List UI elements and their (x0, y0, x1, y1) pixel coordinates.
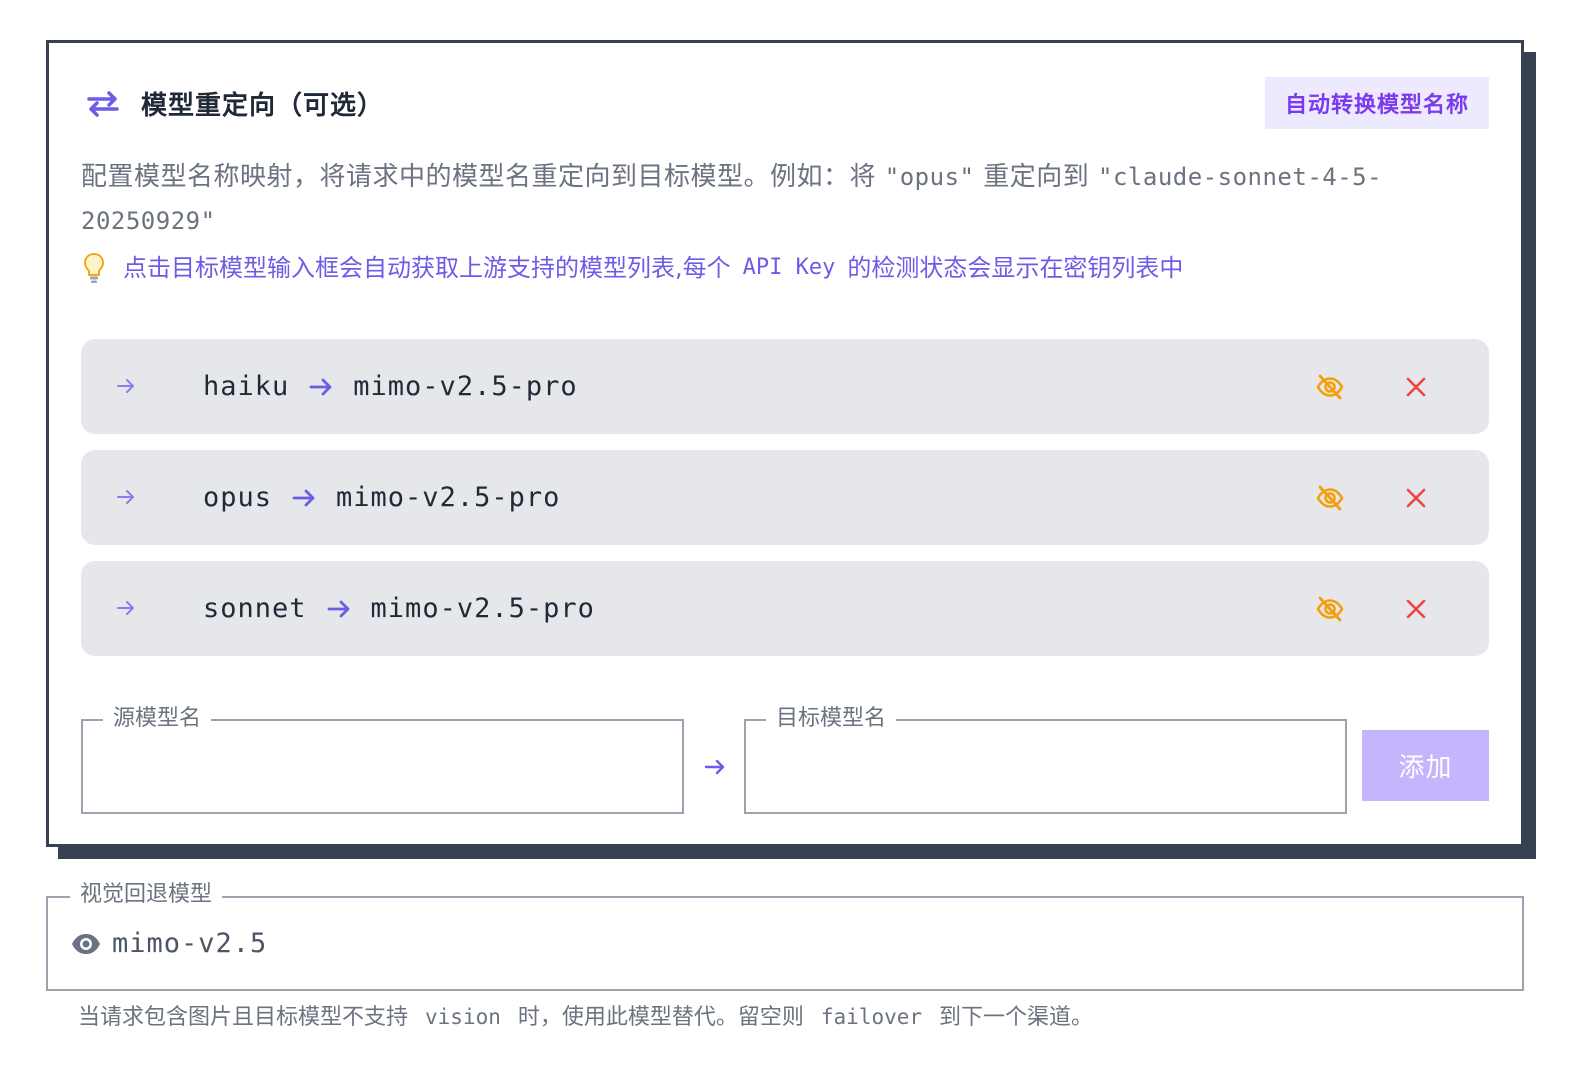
eye-off-icon[interactable] (1315, 594, 1345, 624)
eye-icon (72, 934, 100, 954)
delete-icon[interactable] (1404, 486, 1428, 510)
tip-part: 点击目标模型输入框会自动获取上游支持的模型列表,每个 (123, 254, 731, 282)
mapping-source: haiku (203, 371, 290, 402)
vision-fallback-value: mimo-v2.5 (112, 928, 268, 959)
arrow-right-icon (292, 489, 315, 506)
arrow-right-icon (117, 490, 134, 504)
swap-arrows-icon (83, 83, 123, 123)
eye-off-icon[interactable] (1315, 372, 1345, 402)
tip-text: 点击目标模型输入框会自动获取上游支持的模型列表,每个 API Key 的检测状态… (81, 246, 1495, 290)
description-part: 重定向到 (983, 162, 1090, 192)
delete-icon[interactable] (1404, 375, 1428, 399)
help-part: 时，使用此模型替代。留空则 (517, 1005, 804, 1030)
add-mapping-button[interactable]: 添加 (1362, 730, 1489, 801)
help-part: 到下一个渠道。 (939, 1005, 1094, 1030)
page-title: 模型重定向（可选） (141, 90, 385, 121)
mapping-row: haiku mimo-v2.5-pro (81, 339, 1489, 434)
arrow-right-icon (309, 378, 332, 395)
tip-part: 的检测状态会显示在密钥列表中 (847, 254, 1184, 282)
arrow-right-icon (117, 601, 134, 615)
mapping-target: mimo-v2.5-pro (336, 482, 561, 513)
target-model-input[interactable] (746, 721, 1345, 812)
mapping-target: mimo-v2.5-pro (370, 593, 595, 624)
description-text: 配置模型名称映射，将请求中的模型名重定向到目标模型。例如：将 "opus" 重定… (81, 155, 1495, 243)
arrow-right-icon (704, 759, 725, 775)
arrow-right-icon (327, 600, 349, 617)
auto-convert-button[interactable]: 自动转换模型名称 (1264, 77, 1489, 129)
target-model-field: 目标模型名 (744, 704, 1347, 814)
mapping-text: sonnet mimo-v2.5-pro (203, 561, 595, 656)
mapping-text: opus mimo-v2.5-pro (203, 450, 560, 545)
description-part: 配置模型名称映射，将请求中的模型名重定向到目标模型。例如：将 (81, 162, 877, 192)
delete-icon[interactable] (1404, 597, 1428, 621)
arrow-right-icon (117, 379, 134, 393)
source-model-field: 源模型名 (81, 704, 684, 814)
mapping-row: opus mimo-v2.5-pro (81, 450, 1489, 545)
source-model-input[interactable] (83, 721, 682, 812)
model-redirect-card: 模型重定向（可选） 自动转换模型名称 配置模型名称映射，将请求中的模型名重定向到… (46, 40, 1524, 847)
card-header: 模型重定向（可选） 自动转换模型名称 (83, 77, 1489, 129)
description-example-source: "opus" (884, 163, 975, 191)
help-code: vision (425, 1005, 501, 1029)
help-part: 当请求包含图片且目标模型不支持 (78, 1005, 409, 1030)
mapping-row: sonnet mimo-v2.5-pro (81, 561, 1489, 656)
eye-off-icon[interactable] (1315, 483, 1345, 513)
tip-code: API Key (742, 255, 836, 280)
mapping-text: haiku mimo-v2.5-pro (203, 339, 578, 434)
lightbulb-icon (84, 253, 104, 283)
help-code: failover (820, 1005, 923, 1029)
vision-help-text: 当请求包含图片且目标模型不支持 vision 时，使用此模型替代。留空则 fai… (78, 996, 1518, 1039)
mapping-source: opus (203, 482, 273, 513)
mapping-source: sonnet (203, 593, 307, 624)
vision-fallback-field[interactable]: 视觉回退模型 mimo-v2.5 (46, 880, 1524, 991)
mapping-target: mimo-v2.5-pro (353, 371, 578, 402)
mapping-list: haiku mimo-v2.5-pro opus mimo-v2.5-pro s… (81, 339, 1489, 672)
